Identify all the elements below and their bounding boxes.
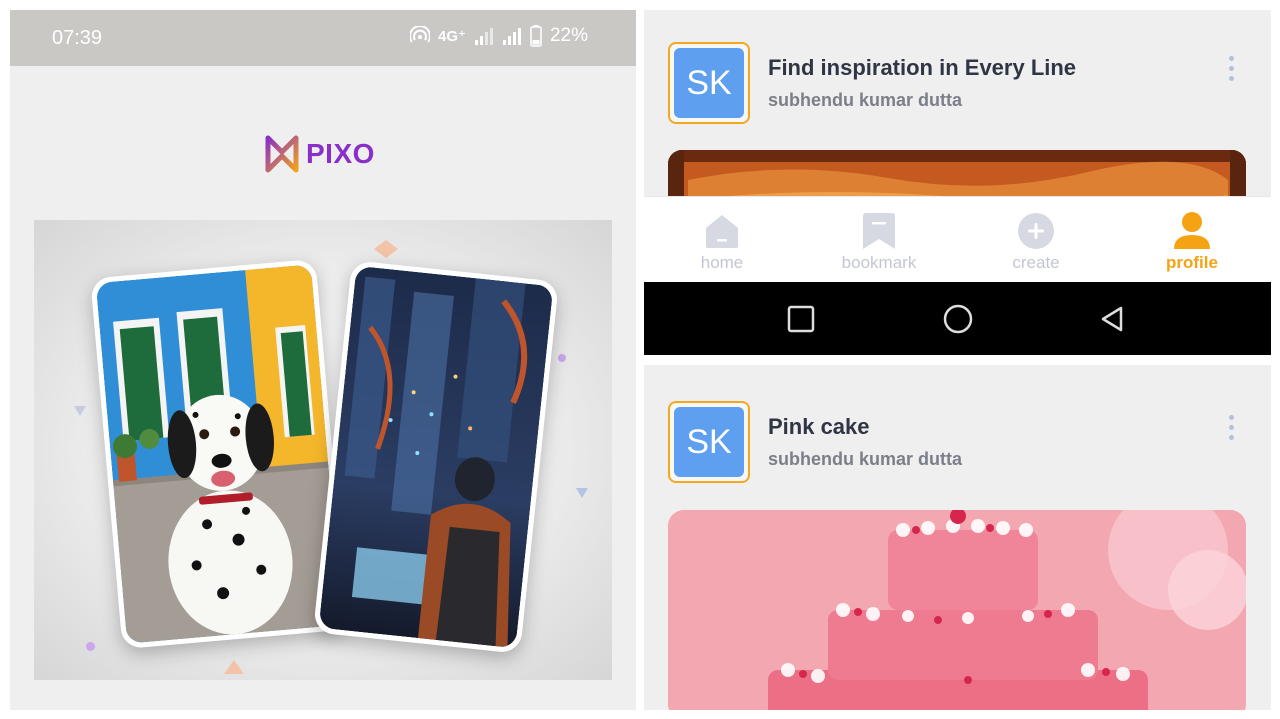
nav-profile-label: profile [1166, 253, 1218, 272]
post-title[interactable]: Find inspiration in Every Line [768, 55, 1076, 81]
post-avatar[interactable]: SK [668, 401, 750, 483]
hotspot-icon [410, 26, 431, 46]
feed-post-2: SK Pink cake subhendu kumar dutta [644, 365, 1271, 710]
hero-illustration [34, 220, 612, 680]
dot-decoration [558, 354, 566, 362]
sample-image-card-cyberpunk [313, 260, 559, 654]
post-author[interactable]: subhendu kumar dutta [768, 449, 962, 470]
app-logo-text: PIXO [306, 138, 375, 169]
triangle-decoration-small-right [576, 488, 588, 498]
nav-profile[interactable]: profile [1132, 197, 1252, 283]
nav-bookmark[interactable]: bookmark [819, 197, 939, 283]
post-avatar[interactable]: SK [668, 42, 750, 124]
system-navigation-bar [644, 282, 1271, 355]
home-button-icon[interactable] [941, 302, 975, 336]
nav-create-label: create [1012, 253, 1060, 272]
post-image[interactable] [668, 510, 1246, 710]
dot-decoration-left [86, 642, 95, 651]
dalmatian-image [95, 264, 343, 644]
nav-create[interactable]: create [976, 197, 1096, 283]
back-icon[interactable] [1096, 302, 1130, 336]
sample-image-card-dog [90, 258, 348, 650]
bookmark-icon [861, 211, 897, 251]
home-icon [703, 211, 741, 251]
feed-post-1: SK Find inspiration in Every Line subhen… [644, 10, 1271, 196]
diamond-decoration [374, 240, 398, 258]
triangle-decoration [224, 660, 244, 674]
avatar-initials: SK [674, 407, 744, 477]
splash-screen: 07:39 4G⁺ 22% PIXO [10, 10, 636, 710]
nav-home[interactable]: home [662, 197, 782, 283]
app-logo: PIXO [264, 134, 375, 174]
signal-icon [474, 27, 494, 45]
more-options-icon[interactable] [1227, 415, 1235, 440]
bottom-navigation: home bookmark create profile [644, 196, 1271, 282]
post-author[interactable]: subhendu kumar dutta [768, 90, 962, 111]
nav-bookmark-label: bookmark [841, 253, 917, 272]
plus-circle-icon [1017, 211, 1055, 251]
triangle-decoration-small [74, 406, 86, 416]
post-image[interactable] [668, 150, 1246, 196]
status-time: 07:39 [52, 27, 103, 49]
post-title[interactable]: Pink cake [768, 414, 870, 440]
more-options-icon[interactable] [1227, 56, 1235, 81]
battery-icon [530, 25, 542, 47]
recent-apps-icon[interactable] [784, 302, 818, 336]
network-type: 4G⁺ [438, 28, 466, 45]
signal-icon-2 [502, 27, 522, 45]
pixo-logo-icon [265, 135, 299, 173]
status-indicators: 4G⁺ 22% [410, 25, 588, 47]
cyberpunk-image [318, 265, 554, 649]
person-icon [1172, 211, 1212, 251]
status-bar: 07:39 4G⁺ 22% [10, 10, 636, 66]
avatar-initials: SK [674, 48, 744, 118]
nav-home-label: home [700, 253, 744, 272]
battery-percent: 22% [549, 25, 588, 46]
